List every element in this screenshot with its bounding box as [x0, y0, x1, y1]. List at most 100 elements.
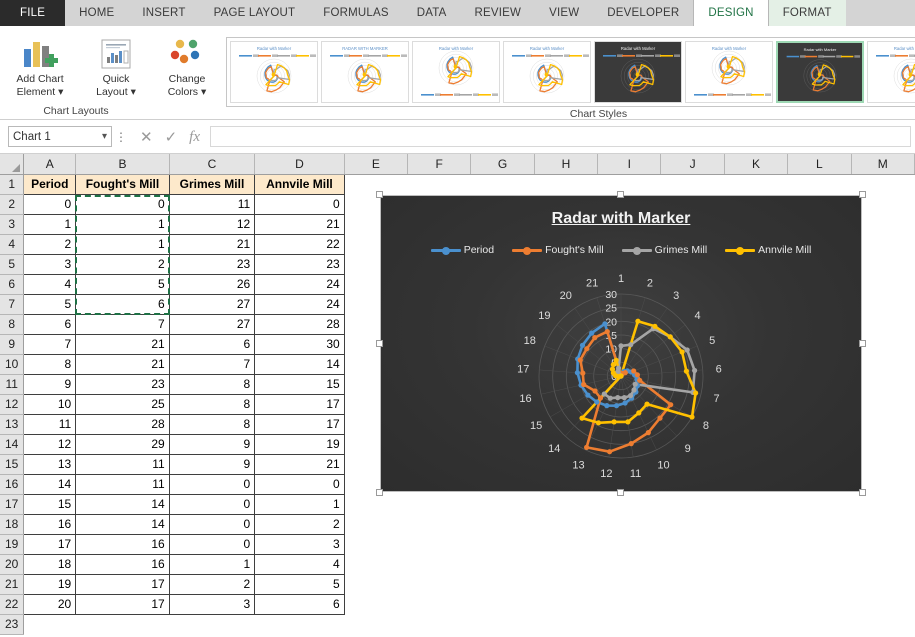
column-header-A[interactable]: A: [23, 154, 77, 175]
cell-G20[interactable]: [471, 554, 534, 574]
cell-A3[interactable]: 1: [23, 214, 77, 235]
cell-A23[interactable]: [24, 614, 76, 634]
cell-A9[interactable]: 7: [23, 334, 77, 355]
cell-C3[interactable]: 12: [169, 214, 256, 235]
cell-C11[interactable]: 8: [169, 374, 256, 395]
table-row[interactable]: 20 18 16 1 4: [0, 554, 915, 575]
cell-D18[interactable]: 2: [254, 514, 345, 535]
chart-title[interactable]: Radar with Marker: [381, 210, 861, 228]
row-header-20[interactable]: 20: [0, 554, 25, 575]
cell-B9[interactable]: 21: [75, 334, 170, 355]
cell-G23[interactable]: [471, 614, 534, 634]
row-header-14[interactable]: 14: [0, 434, 25, 455]
cell-B17[interactable]: 14: [75, 494, 170, 515]
cell-H21[interactable]: [534, 574, 597, 594]
column-header-G[interactable]: G: [470, 154, 535, 175]
quick-layout-button[interactable]: Quick Layout ▾: [80, 31, 152, 99]
cell-K20[interactable]: [724, 554, 787, 574]
cell-G17[interactable]: [471, 494, 534, 514]
tab-data[interactable]: DATA: [403, 0, 461, 26]
cell-A13[interactable]: 11: [23, 414, 77, 435]
cell-C10[interactable]: 7: [169, 354, 256, 375]
cell-E18[interactable]: [344, 514, 407, 534]
tab-review[interactable]: REVIEW: [461, 0, 536, 26]
cell-B18[interactable]: 14: [75, 514, 170, 535]
row-header-3[interactable]: 3: [0, 214, 25, 235]
cell-M18[interactable]: [851, 514, 915, 534]
cell-A6[interactable]: 4: [23, 274, 77, 295]
chart-object[interactable]: Radar with Marker Period Fought's Mill Gri…: [376, 191, 866, 496]
cell-J18[interactable]: [661, 514, 724, 534]
chart-style-thumbnail-5[interactable]: Radar with Marker: [594, 41, 682, 103]
column-header-B[interactable]: B: [75, 154, 170, 175]
cell-C18[interactable]: 0: [169, 514, 256, 535]
row-header-22[interactable]: 22: [0, 594, 25, 615]
cell-A10[interactable]: 8: [23, 354, 77, 375]
cell-D4[interactable]: 22: [254, 234, 345, 255]
cell-F21[interactable]: [408, 574, 471, 594]
cell-D2[interactable]: 0: [254, 194, 345, 215]
cell-E23[interactable]: [344, 614, 407, 634]
legend-item-period[interactable]: Period: [430, 244, 494, 256]
cell-J23[interactable]: [661, 614, 724, 634]
cell-B1[interactable]: Fought's Mill: [75, 174, 170, 195]
chart-style-thumbnail-7[interactable]: Radar with Marker: [776, 41, 864, 103]
cell-I19[interactable]: [598, 534, 661, 554]
cell-C14[interactable]: 9: [169, 434, 256, 455]
cell-C13[interactable]: 8: [169, 414, 256, 435]
cell-B13[interactable]: 28: [75, 414, 170, 435]
formula-bar-more-icon[interactable]: ⋮: [112, 130, 130, 144]
cell-A1[interactable]: Period: [23, 174, 77, 195]
chart-style-thumbnail-6[interactable]: Radar with Marker: [685, 41, 773, 103]
cell-E19[interactable]: [344, 534, 407, 554]
cell-H22[interactable]: [534, 594, 597, 614]
chart-styles-gallery[interactable]: Radar with Marker RADAR WITH MARKER Radar …: [226, 37, 915, 107]
cell-L18[interactable]: [788, 514, 851, 534]
table-row[interactable]: 17 15 14 0 1: [0, 494, 915, 515]
cell-B14[interactable]: 29: [75, 434, 170, 455]
cell-A14[interactable]: 12: [23, 434, 77, 455]
table-row[interactable]: 18 16 14 0 2: [0, 514, 915, 535]
cell-I18[interactable]: [598, 514, 661, 534]
cell-A8[interactable]: 6: [23, 314, 77, 335]
chart-style-thumbnail-2[interactable]: RADAR WITH MARKER: [321, 41, 409, 103]
cell-L22[interactable]: [788, 594, 851, 614]
cell-H17[interactable]: [534, 494, 597, 514]
row-header-11[interactable]: 11: [0, 374, 25, 395]
cell-D17[interactable]: 1: [254, 494, 345, 515]
column-header-D[interactable]: D: [254, 154, 345, 175]
enter-icon[interactable]: ✓: [165, 128, 178, 146]
cell-C8[interactable]: 27: [169, 314, 256, 335]
resize-handle-s[interactable]: [617, 489, 624, 496]
cell-G18[interactable]: [471, 514, 534, 534]
cell-D11[interactable]: 15: [254, 374, 345, 395]
cell-B6[interactable]: 5: [75, 274, 170, 295]
cell-C19[interactable]: 0: [169, 534, 256, 555]
cell-D8[interactable]: 28: [254, 314, 345, 335]
cell-E20[interactable]: [344, 554, 407, 574]
cell-A5[interactable]: 3: [23, 254, 77, 275]
row-header-4[interactable]: 4: [0, 234, 25, 255]
cell-J20[interactable]: [661, 554, 724, 574]
cell-M21[interactable]: [851, 574, 915, 594]
cell-C9[interactable]: 6: [169, 334, 256, 355]
cell-D5[interactable]: 23: [254, 254, 345, 275]
tab-developer[interactable]: DEVELOPER: [593, 0, 693, 26]
cell-B3[interactable]: 1: [75, 214, 170, 235]
cell-M17[interactable]: [851, 494, 915, 514]
cell-C1[interactable]: Grimes Mill: [169, 174, 256, 195]
cell-J21[interactable]: [661, 574, 724, 594]
tab-format[interactable]: FORMAT: [768, 0, 846, 26]
cell-C6[interactable]: 26: [169, 274, 256, 295]
chart-style-thumbnail-1[interactable]: Radar with Marker: [230, 41, 318, 103]
cell-L23[interactable]: [788, 614, 851, 634]
resize-handle-n[interactable]: [617, 191, 624, 198]
cell-C20[interactable]: 1: [169, 554, 256, 575]
cell-A16[interactable]: 14: [23, 474, 77, 495]
cell-A15[interactable]: 13: [23, 454, 77, 475]
cell-G22[interactable]: [471, 594, 534, 614]
cell-A4[interactable]: 2: [23, 234, 77, 255]
cell-H19[interactable]: [534, 534, 597, 554]
chart-plot-area[interactable]: 1234567891011121314151617181920210510152…: [381, 272, 861, 483]
cell-H20[interactable]: [534, 554, 597, 574]
